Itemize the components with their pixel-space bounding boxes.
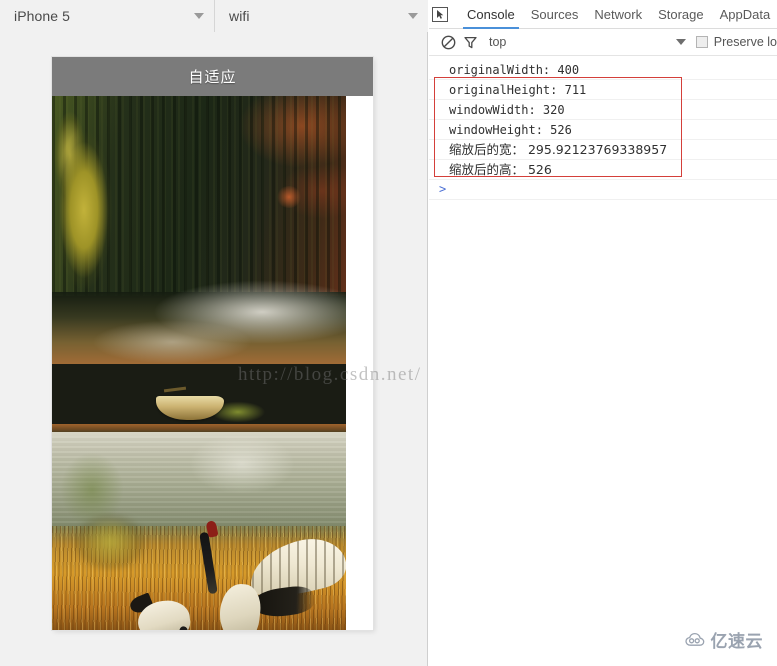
console-output[interactable]: originalWidth: 400 originalHeight: 711 w…	[429, 56, 777, 660]
page-header-bar: 自适应	[52, 57, 373, 96]
site-logo-text: 亿速云	[710, 632, 763, 651]
inspect-element-icon[interactable]	[432, 3, 448, 25]
tab-label: Sources	[530, 6, 579, 22]
tab-network[interactable]: Network	[586, 0, 650, 29]
tab-sources[interactable]: Sources	[523, 0, 587, 29]
tab-console[interactable]: Console	[459, 0, 523, 29]
mist-layer	[52, 266, 346, 396]
filter-funnel-icon[interactable]	[459, 31, 481, 53]
console-log-line: 缩放后的宽： 295.92123769338957	[429, 140, 777, 160]
app-root: iPhone 5 wifi 自适应 http://blog.csdn.net/ …	[0, 0, 777, 666]
console-log-line: 缩放后的高： 526	[429, 160, 777, 180]
devtools-tabbar: Console Sources Network Storage AppData	[429, 0, 777, 29]
tab-appdata[interactable]: AppData	[712, 0, 777, 29]
device-select-value: iPhone 5	[14, 8, 71, 24]
phone-viewport-frame: 自适应	[52, 57, 373, 630]
network-select-value: wifi	[229, 8, 250, 24]
sun-flare	[276, 186, 302, 208]
tab-label: Console	[467, 6, 515, 22]
tab-label: Network	[594, 6, 643, 22]
preserve-log-label: Preserve lo	[713, 35, 777, 49]
console-log-line: originalWidth: 400	[429, 60, 777, 80]
tab-label: Storage	[658, 6, 704, 22]
clear-console-icon[interactable]	[437, 31, 459, 53]
console-log-line: originalHeight: 711	[429, 80, 777, 100]
chevron-down-icon[interactable]	[675, 39, 686, 45]
tab-label: AppData	[719, 6, 771, 22]
preview-photo	[52, 96, 346, 630]
preserve-log-checkbox[interactable]	[695, 36, 708, 48]
network-select[interactable]: wifi	[215, 0, 428, 32]
device-emulation-pane: iPhone 5 wifi 自适应 http://blog.csdn.net/	[0, 0, 428, 666]
chevron-down-icon	[408, 13, 418, 19]
page-title: 自适应	[188, 69, 237, 86]
console-log-line: windowHeight: 526	[429, 120, 777, 140]
device-toolbar: iPhone 5 wifi	[0, 0, 428, 32]
console-input-prompt[interactable]: >	[429, 180, 777, 200]
site-logo: 亿速云	[684, 627, 764, 652]
device-viewport-area: 自适应 http://blog.csdn.net/	[0, 33, 427, 666]
cloud-icon	[684, 632, 704, 646]
device-select[interactable]: iPhone 5	[0, 0, 215, 32]
blurred-bush	[62, 504, 158, 580]
devtools-panel: Console Sources Network Storage AppData	[429, 0, 777, 666]
chevron-down-icon	[194, 13, 204, 19]
console-filter-bar: top Preserve lo	[429, 29, 777, 56]
tab-storage[interactable]: Storage	[650, 0, 712, 29]
console-context-label[interactable]: top	[489, 35, 506, 49]
console-log-line: windowWidth: 320	[429, 100, 777, 120]
